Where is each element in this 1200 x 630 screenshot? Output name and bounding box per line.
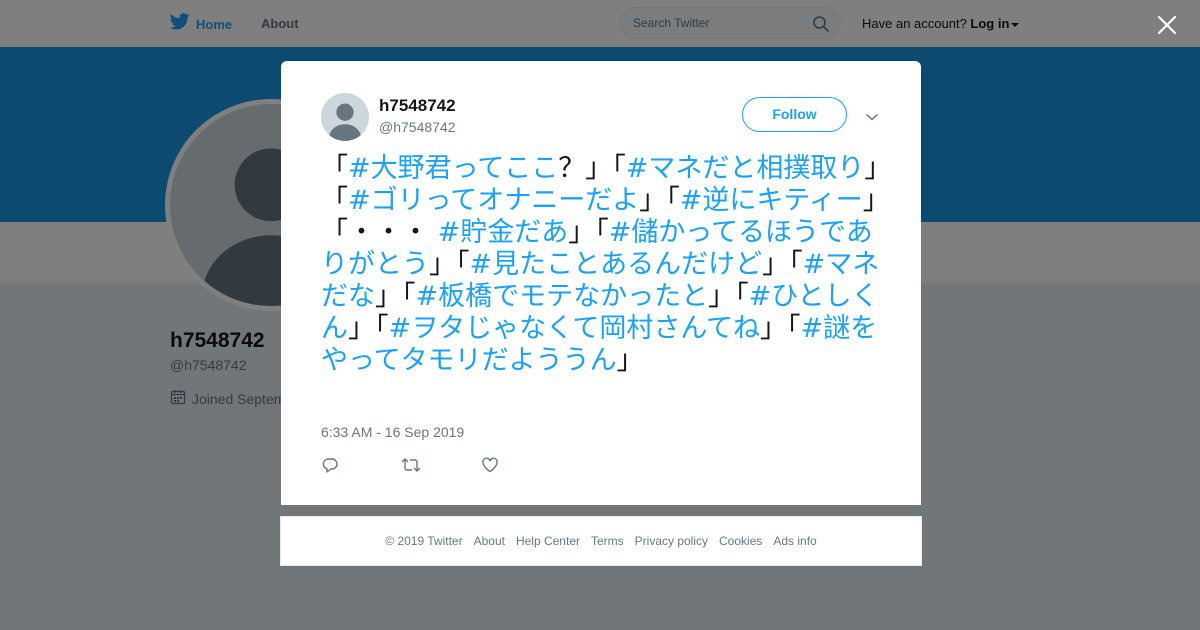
- footer-copyright: © 2019 Twitter: [385, 534, 463, 548]
- footer-link-terms[interactable]: Terms: [591, 534, 624, 548]
- tweet-author-avatar[interactable]: [321, 93, 369, 141]
- tweet-text-segment: 」「: [429, 249, 470, 280]
- hashtag-link[interactable]: #大野君ってここ: [348, 153, 558, 184]
- footer-link-cookies[interactable]: Cookies: [719, 534, 762, 548]
- tweet-author-name[interactable]: h7548742: [379, 96, 456, 116]
- tweet-text-segment: 」「: [708, 281, 749, 312]
- tweet-text-segment: 」「: [375, 281, 416, 312]
- tweet-text-segment: 」「: [568, 217, 609, 248]
- footer-link-ads-info[interactable]: Ads info: [773, 534, 816, 548]
- follow-button[interactable]: Follow: [742, 97, 847, 132]
- tweet-text-segment: 「: [321, 153, 348, 184]
- tweet-text-segment: ？」「: [558, 153, 626, 184]
- tweet-timestamp[interactable]: 6:33 AM - 16 Sep 2019: [321, 424, 464, 440]
- chevron-down-icon[interactable]: [865, 109, 879, 127]
- retweet-icon[interactable]: [401, 456, 481, 474]
- hashtag-link[interactable]: #逆にキティー: [680, 185, 863, 216]
- hashtag-link[interactable]: #ヲタじゃなくて岡村さんてね: [389, 313, 760, 344]
- tweet-text-segment: 」「: [762, 249, 803, 280]
- like-icon[interactable]: [481, 456, 561, 474]
- footer: © 2019 Twitter About Help Center Terms P…: [280, 516, 922, 566]
- tweet-author-handle[interactable]: @h7548742: [379, 119, 456, 135]
- hashtag-link[interactable]: #ゴリってオナニーだよ: [348, 185, 639, 216]
- tweet-text-segment: 」「: [348, 313, 389, 344]
- hashtag-link[interactable]: #貯金だあ: [438, 217, 569, 248]
- page: Home About Have an account? Log in: [0, 0, 1200, 630]
- footer-link-privacy[interactable]: Privacy policy: [635, 534, 708, 548]
- footer-link-help-center[interactable]: Help Center: [516, 534, 580, 548]
- hashtag-link[interactable]: #見たことあるんだけど: [470, 249, 763, 280]
- reply-icon[interactable]: [321, 456, 401, 474]
- tweet-text-segment: 」「: [759, 313, 801, 344]
- close-icon[interactable]: [1154, 12, 1180, 38]
- tweet-modal: h7548742 @h7548742 Follow 「#大野君ってここ？」「#マ…: [281, 61, 921, 505]
- tweet-text: 「#大野君ってここ？」「#マネだと相撲取り」「#ゴリってオナニーだよ」「#逆にキ…: [321, 153, 881, 377]
- tweet-text-segment: 」「: [639, 185, 680, 216]
- footer-link-about[interactable]: About: [474, 534, 505, 548]
- hashtag-link[interactable]: #マネだと相撲取り: [626, 153, 865, 184]
- tweet-text-segment: 」: [616, 345, 644, 376]
- tweet-actions: [321, 456, 561, 474]
- hashtag-link[interactable]: #板橋でモテなかったと: [416, 281, 709, 312]
